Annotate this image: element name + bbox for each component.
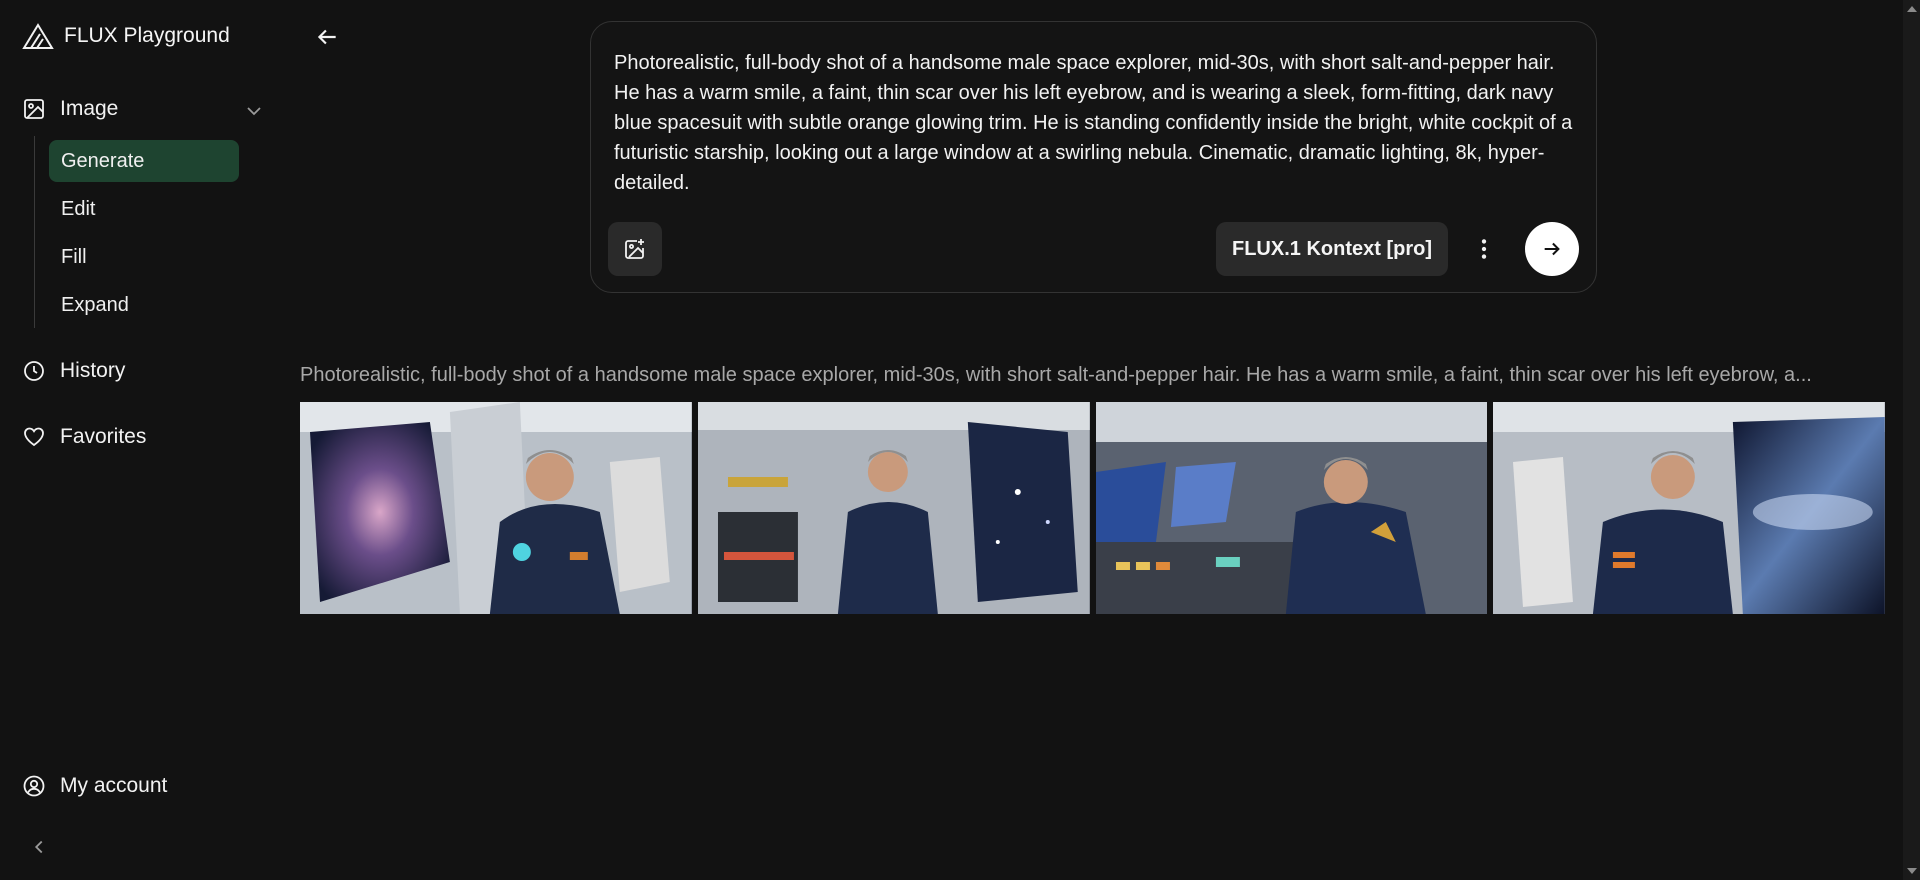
result-image-grid bbox=[300, 402, 1885, 614]
clock-icon bbox=[24, 361, 44, 381]
app-title: FLUX Playground bbox=[64, 24, 230, 47]
nav-history-label: History bbox=[60, 359, 126, 382]
prompt-input[interactable]: Photorealistic, full-body shot of a hand… bbox=[614, 48, 1574, 198]
image-subnav: Generate Edit Fill Expand bbox=[34, 136, 244, 328]
nav-history[interactable]: History bbox=[22, 359, 125, 383]
scroll-down-icon[interactable] bbox=[1907, 868, 1917, 874]
user-circle-icon bbox=[23, 775, 45, 797]
flux-logo-icon bbox=[22, 23, 54, 49]
nav-favorites-label: Favorites bbox=[60, 425, 147, 448]
heart-icon bbox=[24, 427, 44, 447]
add-image-button[interactable] bbox=[608, 222, 662, 276]
subnav-fill[interactable]: Fill bbox=[49, 236, 239, 278]
brand[interactable]: FLUX Playground bbox=[22, 22, 230, 50]
nav-image-label: Image bbox=[60, 97, 119, 120]
image-icon bbox=[24, 99, 44, 119]
result-image-3[interactable] bbox=[1095, 402, 1488, 614]
collapse-sidebar-icon[interactable] bbox=[28, 836, 50, 858]
submit-button[interactable] bbox=[1525, 222, 1579, 276]
space-explorer-image bbox=[697, 402, 1090, 614]
nav-image[interactable]: Image bbox=[22, 97, 262, 121]
arrow-right-icon bbox=[1544, 242, 1560, 256]
subnav-expand[interactable]: Expand bbox=[49, 284, 239, 326]
sidebar: FLUX Playground Image Generate Edit Fill… bbox=[0, 0, 280, 880]
back-arrow-icon[interactable] bbox=[314, 24, 340, 50]
prompt-card: Photorealistic, full-body shot of a hand… bbox=[590, 21, 1597, 293]
nav-favorites[interactable]: Favorites bbox=[22, 425, 146, 449]
scroll-up-icon[interactable] bbox=[1907, 6, 1917, 12]
model-select[interactable]: FLUX.1 Kontext [pro] bbox=[1216, 222, 1448, 276]
page-scrollbar[interactable] bbox=[1903, 0, 1920, 880]
space-explorer-image bbox=[1095, 402, 1488, 614]
more-vertical-icon[interactable] bbox=[1471, 236, 1497, 262]
space-explorer-image bbox=[300, 402, 692, 614]
nav-my-account[interactable]: My account bbox=[22, 774, 167, 798]
subnav-generate[interactable]: Generate bbox=[49, 140, 239, 182]
nav-account-label: My account bbox=[60, 774, 168, 797]
result-image-2[interactable] bbox=[697, 402, 1090, 614]
image-plus-icon bbox=[625, 239, 644, 259]
result-image-1[interactable] bbox=[300, 402, 692, 614]
result-image-4[interactable] bbox=[1493, 402, 1885, 614]
result-prompt-caption: Photorealistic, full-body shot of a hand… bbox=[300, 364, 1812, 386]
subnav-edit[interactable]: Edit bbox=[49, 188, 239, 230]
chevron-down-icon[interactable] bbox=[242, 99, 266, 123]
space-explorer-image bbox=[1493, 402, 1885, 614]
